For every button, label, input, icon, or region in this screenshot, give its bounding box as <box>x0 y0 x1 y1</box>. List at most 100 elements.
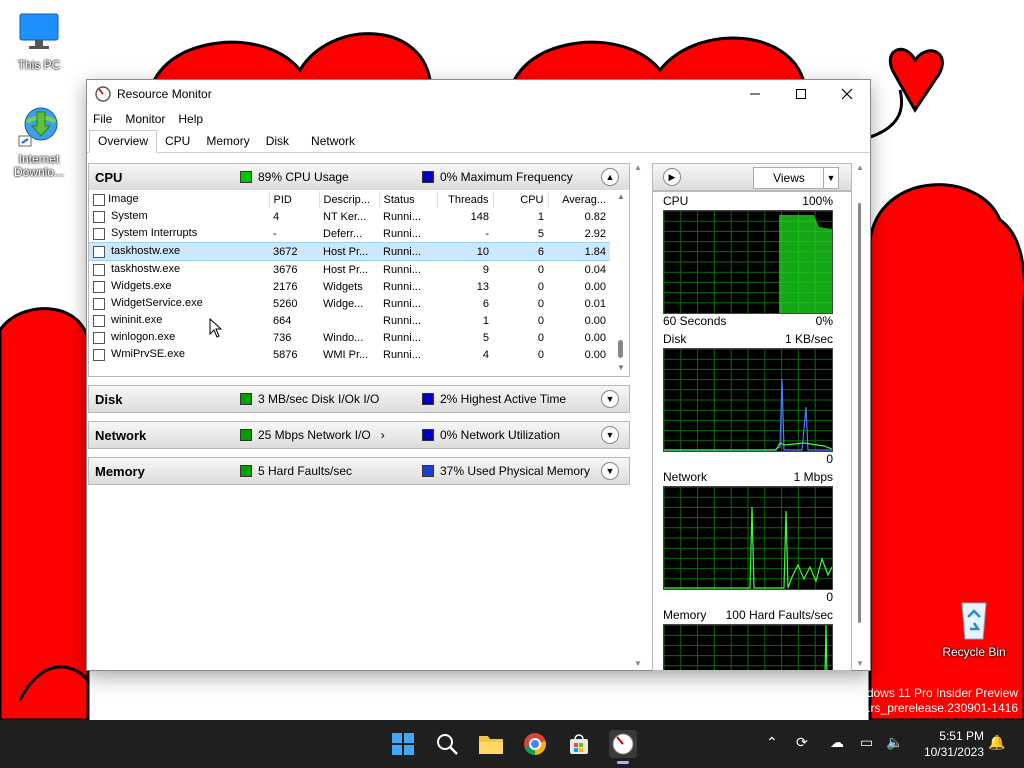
clock-date: 10/31/2023 <box>923 745 984 759</box>
show-hidden-icons-chevron-icon[interactable]: ⌃ <box>766 734 778 751</box>
scroll-down-arrow-icon[interactable]: ▼ <box>854 659 866 668</box>
desktop-icon-internet-download-manager[interactable]: Internet Downlo... <box>4 104 74 179</box>
table-row[interactable]: System Interrupts - Deferr... Runni... -5 2.9… <box>89 225 610 243</box>
sync-icon[interactable]: ⟳ <box>796 734 808 751</box>
tab-memory[interactable]: Memory <box>198 131 257 152</box>
resource-monitor-taskbar-button[interactable] <box>609 730 637 764</box>
tab-disk[interactable]: Disk <box>258 131 297 152</box>
column-header-threads[interactable]: Threads <box>436 191 493 208</box>
search-icon <box>437 734 458 755</box>
chrome-button[interactable] <box>521 730 549 758</box>
desktop-icon-recycle-bin[interactable]: Recycle Bin <box>939 597 1009 659</box>
graph-title: Memory <box>663 608 707 622</box>
memory-section-header[interactable]: Memory 5 Hard Faults/sec 37% Used Physic… <box>89 458 629 484</box>
maximize-button[interactable] <box>778 80 824 108</box>
volume-muted-icon[interactable]: 🔈 <box>886 734 903 751</box>
table-row[interactable]: taskhostw.exe 3676 Host Pr... Runni... 9 0 0.0… <box>89 261 610 279</box>
select-all-checkbox[interactable] <box>93 193 105 206</box>
network-icon[interactable]: ▭ <box>860 734 873 751</box>
process-threads: 5 <box>482 331 489 344</box>
process-description: Windo... <box>323 331 364 344</box>
table-row[interactable]: WmiPrvSE.exe 5876 WMI Pr... Runni... 4 0 0.00 <box>89 346 610 363</box>
search-button[interactable] <box>433 730 461 758</box>
scroll-up-arrow-icon[interactable]: ▲ <box>615 192 627 201</box>
views-dropdown-arrow-icon[interactable]: ▼ <box>823 167 839 189</box>
scroll-up-arrow-icon[interactable]: ▲ <box>632 163 644 172</box>
left-pane-scrollbar[interactable]: ▲ ▼ <box>632 163 644 668</box>
menu-file[interactable]: File <box>93 112 112 126</box>
expand-chevron-down-icon[interactable]: ▼ <box>601 426 619 444</box>
graph-min: 0% <box>815 314 833 328</box>
menu-monitor[interactable]: Monitor <box>125 112 165 126</box>
table-row[interactable]: wininit.exe 664 Runni... 1 0 0.00 <box>89 312 610 329</box>
title-bar[interactable]: Resource Monitor <box>87 80 870 108</box>
table-row[interactable]: winlogon.exe 736 Windo... Runni... 5 0 0.00 <box>89 329 610 346</box>
scroll-thumb[interactable] <box>618 340 623 358</box>
expand-chevron-down-icon[interactable]: ▼ <box>601 462 619 480</box>
disk-section: Disk 3 MB/sec Disk I/Ok I/O 2% Highest A… <box>88 385 630 413</box>
column-header-average[interactable]: Averag... <box>547 191 610 208</box>
cpu-usage-trace <box>779 215 832 313</box>
file-explorer-button[interactable] <box>477 730 505 758</box>
expand-chevron-down-icon[interactable]: ▼ <box>601 390 619 408</box>
graph-pane-scrollbar[interactable]: ▲ ▼ <box>854 163 866 668</box>
tab-overview[interactable]: Overview <box>89 130 158 153</box>
process-cpu: 6 <box>493 242 548 261</box>
green-indicator-square <box>240 171 252 183</box>
column-header-image[interactable]: Image <box>89 191 269 208</box>
disk-section-header[interactable]: Disk 3 MB/sec Disk I/Ok I/O 2% Highest A… <box>89 386 629 412</box>
process-status: Runni... <box>383 280 421 293</box>
graph-time-span: 60 Seconds <box>663 314 727 328</box>
disk-io-indicator: 3 MB/sec Disk I/Ok I/O <box>258 392 380 406</box>
process-cpu: 0 <box>537 280 544 293</box>
row-checkbox[interactable] <box>93 314 105 327</box>
tab-network[interactable]: Network <box>303 131 363 152</box>
row-checkbox[interactable] <box>93 348 105 361</box>
table-row[interactable]: WidgetService.exe 5260 Widge... Runni... 6 0 0… <box>89 295 610 312</box>
active-app-indicator <box>617 761 629 764</box>
column-header-status[interactable]: Status <box>378 191 437 208</box>
views-button[interactable]: Views <box>753 167 825 189</box>
tab-cpu[interactable]: CPU <box>157 131 198 152</box>
column-header-cpu[interactable]: CPU <box>492 191 548 208</box>
network-section-header[interactable]: Network 25 Mbps Network I/O › 0% Network … <box>89 422 629 448</box>
notifications-bell-icon[interactable]: 🔔 <box>988 734 1005 751</box>
table-row[interactable]: System 4 NT Ker... Runni... 148 1 0.82 <box>89 208 610 225</box>
process-average-cpu: 0.82 <box>584 210 606 223</box>
table-row[interactable]: taskhostw.exe 3672 Host Pr... Runni... 10 6 1.… <box>89 242 610 261</box>
menu-help[interactable]: Help <box>178 112 203 126</box>
store-button[interactable] <box>565 730 593 758</box>
row-checkbox[interactable] <box>93 227 105 240</box>
table-row[interactable]: Widgets.exe 2176 Widgets Runni... 13 0 0.00 <box>89 278 610 295</box>
minimize-button[interactable] <box>732 80 778 108</box>
scroll-thumb[interactable] <box>858 203 861 623</box>
row-checkbox[interactable] <box>93 331 105 344</box>
process-image: winlogon.exe <box>89 329 269 346</box>
section-title: Disk <box>95 391 123 407</box>
graph-min: 0 <box>826 590 833 604</box>
blue-indicator-square <box>422 171 434 183</box>
collapse-pane-arrow-icon[interactable]: ▶ <box>663 168 681 186</box>
row-checkbox[interactable] <box>93 210 105 223</box>
cpu-table-scrollbar[interactable]: ▲ ▼ <box>615 192 627 372</box>
column-header-pid[interactable]: PID <box>268 191 319 208</box>
row-checkbox[interactable] <box>93 263 105 276</box>
scroll-down-arrow-icon[interactable]: ▼ <box>615 363 627 372</box>
desktop-icon-this-pc[interactable]: This PC <box>4 10 74 72</box>
scroll-up-arrow-icon[interactable]: ▲ <box>854 163 866 172</box>
row-checkbox[interactable] <box>93 280 105 293</box>
close-button[interactable] <box>824 80 870 108</box>
start-button[interactable] <box>389 730 417 758</box>
process-average-cpu: 1.84 <box>548 242 610 261</box>
scroll-down-arrow-icon[interactable]: ▼ <box>632 659 644 668</box>
process-average-cpu: 0.04 <box>584 263 606 276</box>
clock[interactable]: 5:51 PM 10/31/2023 <box>924 728 984 760</box>
row-checkbox[interactable] <box>93 245 105 258</box>
row-checkbox[interactable] <box>93 297 105 310</box>
column-header-description[interactable]: Descrip... <box>318 191 379 208</box>
cloud-offline-icon[interactable]: ☁ <box>830 734 844 751</box>
process-pid: 3672 <box>269 242 319 261</box>
cpu-section-header[interactable]: CPU 89% CPU Usage 0% Maximum Frequency ▲ <box>89 164 629 190</box>
collapse-chevron-up-icon[interactable]: ▲ <box>601 168 619 186</box>
process-status: Runni... <box>383 314 421 327</box>
